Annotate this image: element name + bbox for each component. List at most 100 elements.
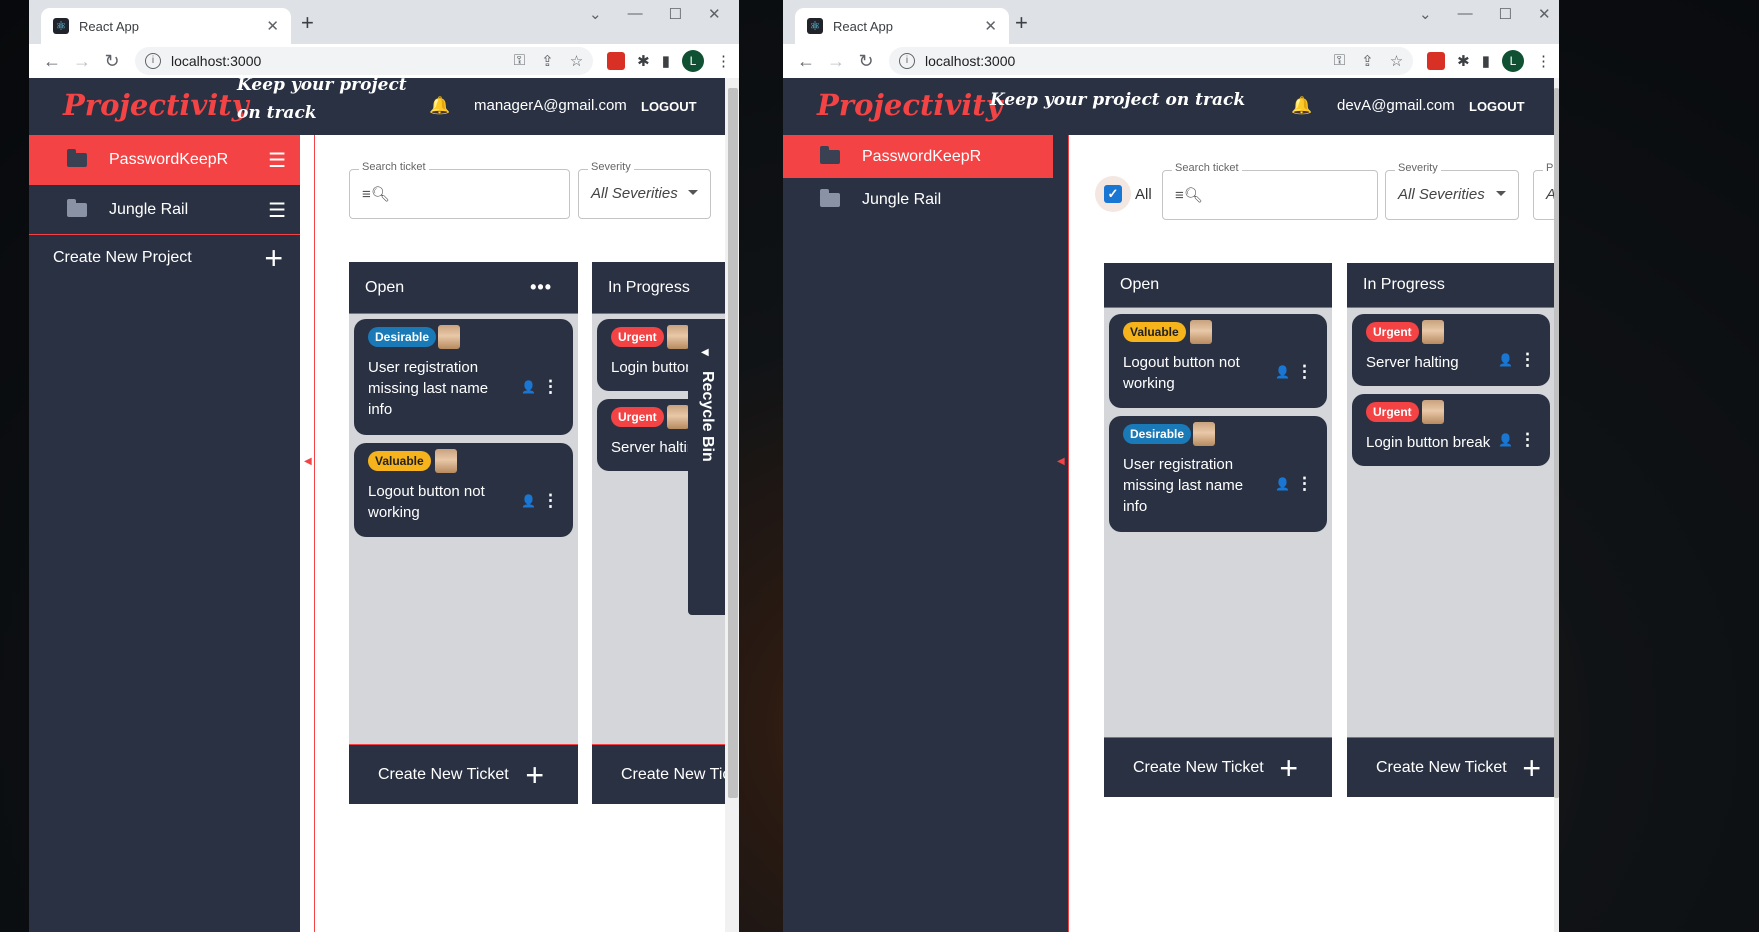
assign-user-icon[interactable]: 👤 [521,380,536,394]
ticket-card[interactable]: Valuable Logout button not working 👤 ⋮ [1109,314,1327,408]
maximize-icon[interactable]: ☐ [669,5,682,23]
create-ticket-button[interactable]: Create New Tick [592,744,725,804]
app-tagline: Keep your project on track [990,90,1246,110]
browser-tab[interactable]: ⚛ React App ✕ [795,8,1009,44]
minimize-icon[interactable]: — [628,5,643,23]
more-vert-icon[interactable]: ⋮ [542,377,559,397]
side-panel-icon[interactable]: ▮ [662,52,670,70]
kebab-menu-icon[interactable]: ⋮ [1536,52,1551,70]
scrollbar-thumb[interactable] [728,88,738,798]
create-ticket-button[interactable]: Create New Ticket + [349,744,578,804]
ticket-card[interactable]: Desirable User registration missing last… [1109,416,1327,532]
ticket-card[interactable]: Urgent Server halting 👤 ⋮ [1352,314,1550,386]
puzzle-icon[interactable]: ✱ [1457,52,1470,70]
recycle-bin-label: Recycle Bin [699,371,716,462]
key-icon[interactable]: ⚿ [514,52,525,70]
ticket-card[interactable]: Valuable Logout button not working 👤 ⋮ [354,443,573,537]
all-checkbox[interactable]: ✓ All [1095,176,1152,212]
search-input[interactable]: Search ticket ≡🔍︎ [1162,162,1378,220]
collapse-sidebar-icon[interactable]: ◀ [1057,456,1065,467]
create-ticket-button[interactable]: Create New Ticket + [1104,737,1332,797]
extension-icon[interactable] [607,52,626,70]
extension-icon[interactable] [1427,52,1446,70]
collapse-sidebar-icon[interactable]: ◀ [304,456,312,467]
star-icon[interactable]: ☆ [1390,52,1403,70]
chevron-down-icon[interactable]: ⌄ [589,5,602,23]
priority-select[interactable]: Pr A [1533,162,1554,220]
close-tab-icon[interactable]: ✕ [984,17,997,35]
assign-user-icon[interactable]: 👤 [1275,365,1290,379]
maximize-icon[interactable]: ☐ [1499,5,1512,23]
sidebar-item-passwordkeepr[interactable]: PasswordKeepR [783,135,1053,178]
more-horiz-icon[interactable]: ••• [530,277,552,298]
new-tab-icon[interactable]: + [301,10,314,36]
severity-label: Severity [1395,162,1441,174]
logout-button[interactable]: LOGOUT [1469,99,1525,114]
hamburger-icon[interactable]: ☰ [268,148,286,173]
more-vert-icon[interactable]: ⋮ [1296,474,1313,494]
minimize-icon[interactable]: — [1458,5,1473,23]
column-title: In Progress [1363,276,1445,293]
star-icon[interactable]: ☆ [570,52,583,70]
create-ticket-label: Create New Ticket [1133,758,1264,776]
back-icon[interactable]: ← [791,51,821,72]
side-panel-icon[interactable]: ▮ [1482,52,1490,70]
sidebar-item-jungle-rail[interactable]: Jungle Rail ☰ [29,185,300,235]
close-window-icon[interactable]: ✕ [708,5,721,23]
ticket-card[interactable]: Desirable User registration missing last… [354,319,573,435]
reload-icon[interactable]: ↻ [97,51,127,72]
back-icon[interactable]: ← [37,51,67,72]
forward-icon[interactable]: → [67,51,97,72]
more-vert-icon[interactable]: ⋮ [1519,430,1536,450]
info-icon[interactable]: i [899,53,915,69]
checkmark-icon: ✓ [1104,185,1122,203]
bell-icon[interactable]: 🔔 [429,96,450,116]
profile-avatar[interactable]: L [1502,50,1524,72]
new-tab-icon[interactable]: + [1015,10,1028,36]
assign-user-icon[interactable]: 👤 [1498,433,1513,447]
more-vert-icon[interactable]: ⋮ [1296,362,1313,382]
app-viewport: Projectivity Keep your project on track … [783,78,1554,932]
more-vert-icon[interactable]: ⋮ [542,491,559,511]
sidebar-item-passwordkeepr[interactable]: PasswordKeepR ☰ [29,135,300,185]
logout-button[interactable]: LOGOUT [641,99,697,114]
chevron-down-icon[interactable]: ⌄ [1419,5,1432,23]
address-bar[interactable]: i localhost:3000 ⚿ ⇪ ☆ [135,47,594,75]
tab-bar: ⚛ React App ✕ + ⌄ — ☐ ✕ [29,0,739,44]
assign-user-icon[interactable]: 👤 [521,494,536,508]
share-icon[interactable]: ⇪ [541,52,554,70]
assign-user-icon[interactable]: 👤 [1498,353,1513,367]
page-scrollbar[interactable] [725,78,739,932]
priority-value: A [1546,186,1554,203]
recycle-bin-drawer[interactable]: ◀ Recycle Bin [688,321,725,615]
share-icon[interactable]: ⇪ [1361,52,1374,70]
page-scrollbar[interactable] [1554,78,1559,932]
scrollbar-thumb[interactable] [1554,88,1559,798]
severity-select[interactable]: Severity All Severities [1385,162,1519,220]
close-window-icon[interactable]: ✕ [1538,5,1551,23]
key-icon[interactable]: ⚿ [1334,52,1345,70]
assign-user-icon[interactable]: 👤 [1275,477,1290,491]
sidebar-divider [29,234,300,235]
profile-avatar[interactable]: L [682,50,704,72]
severity-select[interactable]: Severity All Severities [578,161,711,219]
info-icon[interactable]: i [145,53,161,69]
create-project-button[interactable]: Create New Project + [53,242,283,274]
close-tab-icon[interactable]: ✕ [266,17,279,35]
column-header: Open ••• [349,262,578,314]
forward-icon[interactable]: → [821,51,851,72]
more-vert-icon[interactable]: ⋮ [1519,350,1536,370]
search-input[interactable]: Search ticket ≡🔍︎ [349,161,570,219]
browser-tab[interactable]: ⚛ React App ✕ [41,8,291,44]
kebab-menu-icon[interactable]: ⋮ [716,52,731,70]
bell-icon[interactable]: 🔔 [1291,96,1312,116]
sidebar-item-jungle-rail[interactable]: Jungle Rail [783,178,1053,221]
create-ticket-button[interactable]: Create New Ticket + [1347,737,1554,797]
reload-icon[interactable]: ↻ [851,51,881,72]
board-area: ✓ All Search ticket ≡🔍︎ Severity All Sev… [1068,135,1554,932]
puzzle-icon[interactable]: ✱ [637,52,650,70]
ticket-card[interactable]: Urgent Login button break 👤 ⋮ [1352,394,1550,466]
address-bar[interactable]: i localhost:3000 ⚿ ⇪ ☆ [889,47,1414,75]
project-sidebar: PasswordKeepR ☰ Jungle Rail ☰ Create New… [29,135,300,932]
hamburger-icon[interactable]: ☰ [268,198,286,223]
